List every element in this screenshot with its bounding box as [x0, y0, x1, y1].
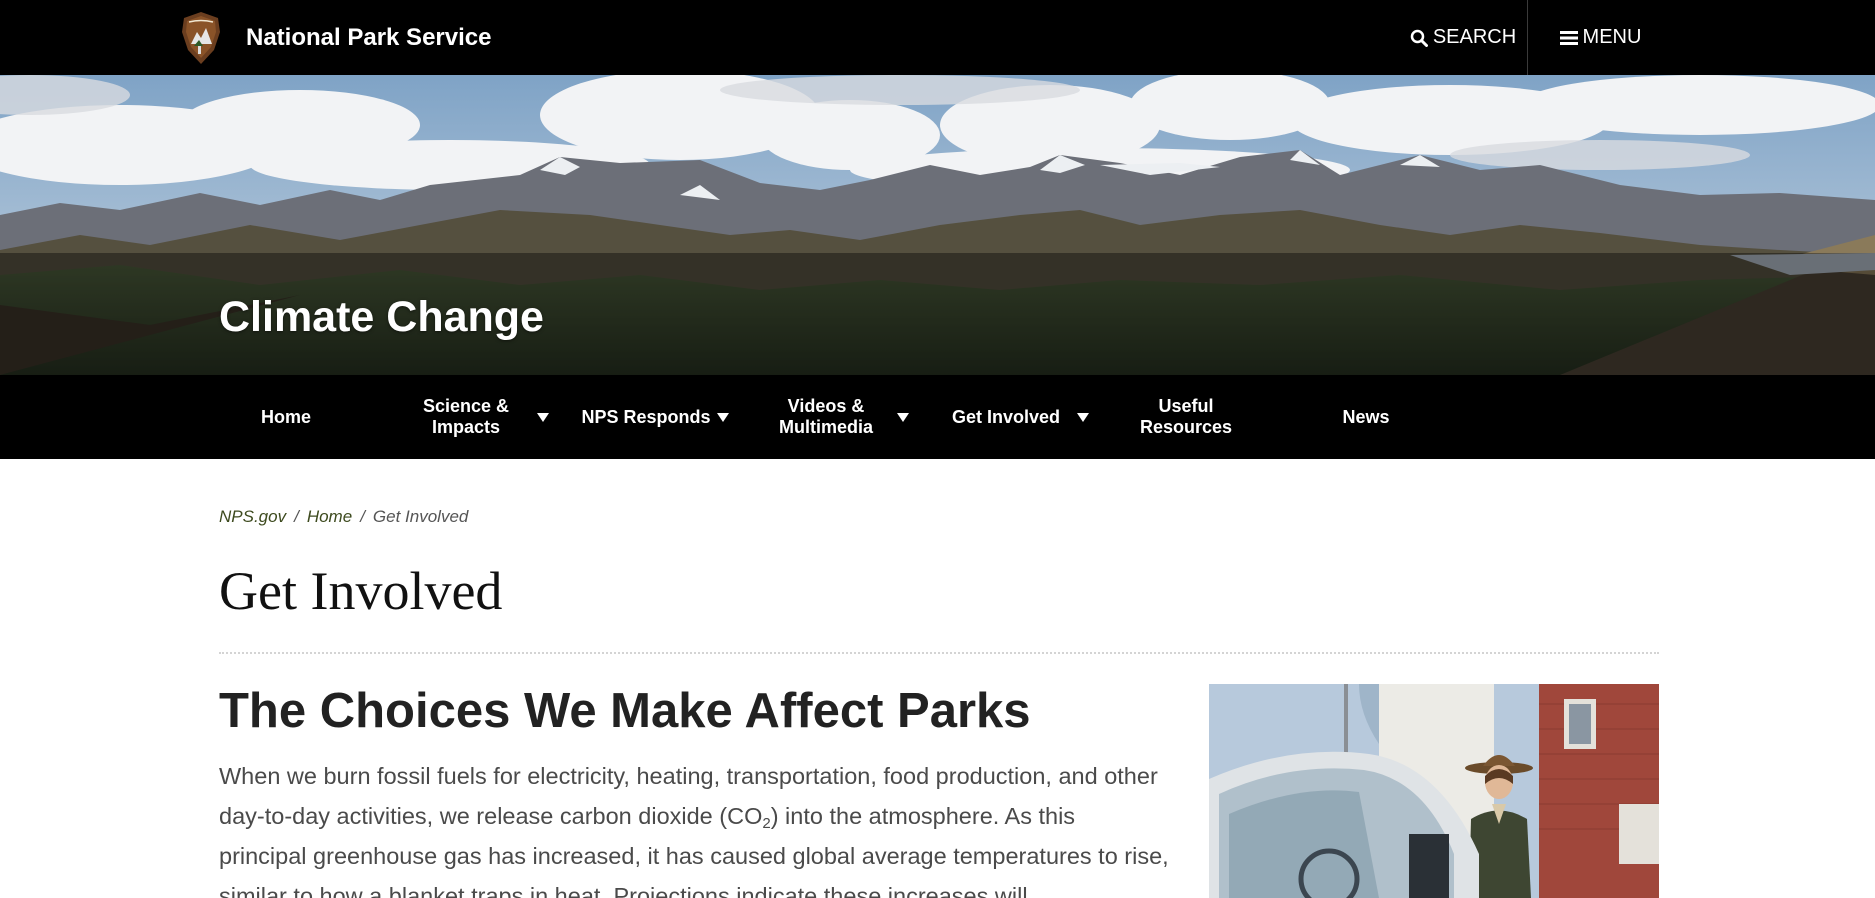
breadcrumb: NPS.gov / Home / Get Involved: [219, 507, 468, 527]
hero-banner: Climate Change: [0, 75, 1875, 375]
site-name: National Park Service: [246, 24, 492, 51]
search-label: SEARCH: [1432, 26, 1517, 48]
menu-button[interactable]: MENU: [1528, 0, 1673, 75]
breadcrumb-current: Get Involved: [372, 507, 469, 526]
nav-item-videos-multimedia[interactable]: Videos & Multimedia: [736, 375, 916, 459]
nav-item-label: Useful Resources: [1139, 396, 1233, 437]
hero-title: Climate Change: [219, 293, 544, 341]
site-header: National Park Service SEARCH MENU: [0, 0, 1875, 75]
page-title: Get Involved: [219, 561, 503, 621]
dropdown-caret-icon[interactable]: [711, 375, 735, 459]
article-heading: The Choices We Make Affect Parks: [219, 684, 1031, 738]
dropdown-caret-icon[interactable]: [531, 375, 555, 459]
nav-item-science-impacts[interactable]: Science & Impacts: [376, 375, 556, 459]
brand-link[interactable]: National Park Service: [180, 8, 491, 68]
nav-item-label: Videos & Multimedia: [778, 396, 873, 437]
hamburger-icon: [1559, 30, 1578, 45]
breadcrumb-separator: /: [294, 507, 299, 526]
nps-arrowhead-icon: [182, 12, 220, 64]
nav-item-nps-responds[interactable]: NPS Responds: [556, 375, 736, 459]
nav-item-label: Home: [260, 406, 311, 427]
nav-item-news[interactable]: News: [1276, 375, 1456, 459]
ranger-photo: [1209, 684, 1659, 898]
search-icon: [1410, 29, 1428, 47]
menu-label: MENU: [1582, 26, 1642, 48]
nav-item-home[interactable]: Home: [196, 375, 376, 459]
nav-item-label: NPS Responds: [581, 406, 711, 427]
nav-item-label: News: [1342, 406, 1390, 427]
nav-item-useful-resources[interactable]: Useful Resources: [1096, 375, 1276, 459]
breadcrumb-separator: /: [360, 507, 365, 526]
breadcrumb-link-nps[interactable]: NPS.gov: [219, 507, 286, 527]
title-divider: [219, 652, 1659, 654]
dropdown-caret-icon[interactable]: [891, 375, 915, 459]
nav-item-get-involved[interactable]: Get Involved: [916, 375, 1096, 459]
article-text-subscript: 2: [762, 815, 771, 832]
dropdown-caret-icon[interactable]: [1071, 375, 1095, 459]
nav-item-label: Get Involved: [951, 406, 1061, 427]
section-nav: Home Science & Impacts NPS Responds Vide…: [0, 375, 1875, 459]
ranger-electric-vehicle-image: [1209, 684, 1659, 898]
nav-item-label: Science & Impacts: [422, 396, 510, 437]
article-paragraph: When we burn fossil fuels for electricit…: [219, 756, 1169, 898]
search-button[interactable]: SEARCH: [1398, 0, 1528, 75]
breadcrumb-link-home[interactable]: Home: [307, 507, 352, 527]
